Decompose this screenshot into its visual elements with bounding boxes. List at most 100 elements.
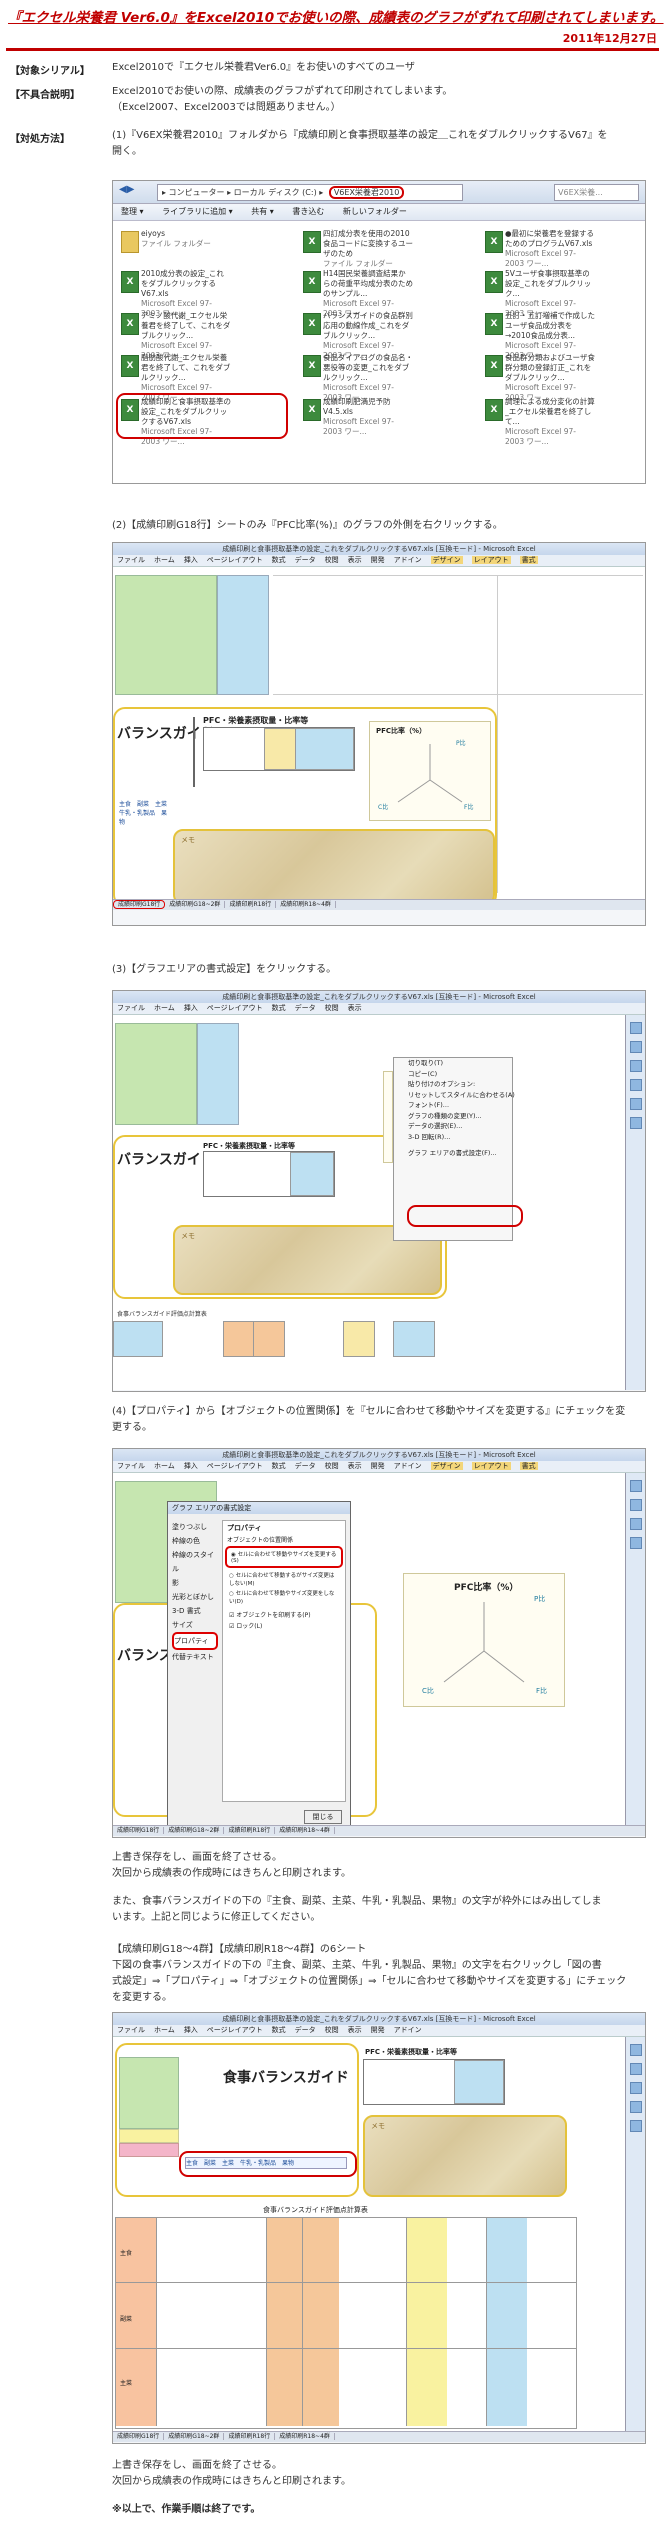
option-move-size[interactable]: ◉ セルに合わせて移動やサイズを変更する(S): [225, 1546, 343, 1568]
sheet-tab[interactable]: 成績印刷G18~2群: [164, 1827, 225, 1834]
file-item[interactable]: X 食品群分類およびユーザ食群分類の登録訂正_これをダブルクリック... Micro…: [485, 353, 595, 402]
file-item[interactable]: X ●最初に栄養君を登録するためのプログラムV67.xls Microsoft Ex…: [485, 229, 594, 268]
menu-formula[interactable]: 数式: [272, 2026, 286, 2034]
toolbar-library[interactable]: ライブラリに追加 ▾: [162, 207, 233, 216]
file-item[interactable]: X 五訂・五訂増補で作成したユーザ食品成分表を→2010食品成分表... Micro…: [485, 311, 595, 360]
menu-addin[interactable]: アドイン: [394, 2026, 422, 2034]
file-item[interactable]: X 調理による成分変化の計算_エクセル栄養君を終了して... Microsoft E…: [485, 397, 595, 446]
menu-insert[interactable]: 挿入: [184, 556, 198, 564]
nav-alt-text[interactable]: 代替テキスト: [172, 1650, 218, 1664]
nav-line-color[interactable]: 枠線の色: [172, 1534, 218, 1548]
print-checkbox[interactable]: ☑ オブジェクトを印刷する(P): [223, 1606, 345, 1620]
sheet-tab[interactable]: 成績印刷G18~2群: [164, 2433, 225, 2440]
toolbar-share[interactable]: 共有 ▾: [251, 207, 274, 216]
menu-layout[interactable]: ページレイアウト: [207, 556, 263, 564]
ctx-font[interactable]: フォント(F)...: [394, 1100, 512, 1111]
menu-data[interactable]: データ: [295, 2026, 316, 2034]
ctx-3d-rotate[interactable]: 3-D 回転(R)...: [394, 1132, 512, 1143]
ctx-cut[interactable]: 切り取り(T): [394, 1058, 512, 1069]
sheet-tab[interactable]: 成績印刷R18~4群: [276, 901, 336, 908]
menu-view[interactable]: 表示: [348, 556, 362, 564]
sheet-tab[interactable]: 成績印刷G18行: [113, 900, 166, 909]
search-input[interactable]: V6EX栄養...: [554, 184, 639, 201]
menu-file[interactable]: ファイル: [117, 1462, 145, 1470]
menu-formula[interactable]: 数式: [272, 556, 286, 564]
pfc-chart[interactable]: PFC比率（%） P比 F比 C比: [403, 1573, 565, 1707]
menu-view[interactable]: 表示: [348, 1462, 362, 1470]
nav-3d[interactable]: 3-D 書式: [172, 1604, 218, 1618]
menu-design[interactable]: デザイン: [430, 1462, 463, 1470]
menu-chart-layout[interactable]: レイアウト: [471, 1462, 511, 1470]
ctx-select-data[interactable]: データの選択(E)...: [394, 1121, 512, 1132]
ctx-reset-style[interactable]: リセットしてスタイルに合わせる(A): [394, 1090, 515, 1101]
ctx-format-chart-area[interactable]: グラフ エリアの書式設定(F)...: [394, 1148, 512, 1159]
menu-home[interactable]: ホーム: [154, 556, 175, 564]
menu-design[interactable]: デザイン: [430, 556, 463, 564]
menu-insert[interactable]: 挿入: [184, 2026, 198, 2034]
menu-dev[interactable]: 開発: [371, 1462, 385, 1470]
toolbar-organize[interactable]: 整理 ▾: [121, 207, 144, 216]
menu-chart-layout[interactable]: レイアウト: [471, 556, 511, 564]
menu-data[interactable]: データ: [295, 1004, 316, 1012]
pfc-chart-edge[interactable]: [383, 1071, 393, 1163]
menu-file[interactable]: ファイル: [117, 1004, 145, 1012]
nav-glow[interactable]: 光彩とぼかし: [172, 1590, 218, 1604]
option-no-move[interactable]: ○ セルに合わせて移動やサイズ変更をしない(D): [223, 1588, 345, 1606]
menu-home[interactable]: ホーム: [154, 1462, 175, 1470]
sheet-tab[interactable]: 成績印刷G18行: [113, 2433, 165, 2440]
menu-data[interactable]: データ: [295, 1462, 316, 1470]
menu-insert[interactable]: 挿入: [184, 1004, 198, 1012]
menu-addin[interactable]: アドイン: [394, 556, 422, 564]
back-icon[interactable]: ◀▶: [119, 184, 134, 195]
address-field[interactable]: ▸ コンピューター ▸ ローカル ディスク (C:) ▸ V6EX栄養君2010: [157, 184, 463, 201]
file-item[interactable]: X 成績印刷肥満児予防V4.5.xls Microsoft Excel 97-200…: [303, 397, 411, 436]
menu-insert[interactable]: 挿入: [184, 1462, 198, 1470]
sheet-tab[interactable]: 成績印刷R18行: [224, 2433, 276, 2440]
toolbar-new-folder[interactable]: 新しいフォルダー: [343, 207, 407, 216]
menu-file[interactable]: ファイル: [117, 2026, 145, 2034]
nav-fill[interactable]: 塗りつぶし: [172, 1520, 218, 1534]
nav-line-style[interactable]: 枠線のスタイル: [172, 1548, 218, 1576]
menu-addin[interactable]: アドイン: [394, 1462, 422, 1470]
sheet-tab[interactable]: 成績印刷R18~4群: [275, 2433, 335, 2440]
toolbar-burn[interactable]: 書き込む: [292, 207, 324, 216]
menu-layout[interactable]: ページレイアウト: [207, 2026, 263, 2034]
ctx-copy[interactable]: コピー(C): [394, 1069, 512, 1080]
file-item[interactable]: eiyoys ファイル フォルダー: [121, 229, 229, 263]
ctx-paste-options[interactable]: 貼り付けのオプション:: [394, 1079, 512, 1090]
nav-properties[interactable]: プロパティ: [172, 1632, 218, 1650]
ctx-change-chart-type[interactable]: グラフの種類の変更(Y)...: [394, 1111, 512, 1122]
menu-format[interactable]: 書式: [519, 556, 538, 564]
file-item[interactable]: X アミノ酸代謝_エクセル栄養君を終了して、これをダブルクリック... Micros…: [121, 311, 230, 360]
option-move-only[interactable]: ○ セルに合わせて移動するがサイズ変更はしない(M): [223, 1570, 345, 1588]
file-item[interactable]: X 四訂成分表を使用の2010食品コードに変換するユーザのため ファイル フォルダー: [303, 229, 413, 268]
pfc-chart[interactable]: PFC比率（%） P比 F比 C比: [369, 721, 491, 821]
menu-layout[interactable]: ページレイアウト: [207, 1004, 263, 1012]
lock-checkbox[interactable]: ☑ ロック(L): [223, 1620, 345, 1631]
menu-review[interactable]: 校閲: [325, 1462, 339, 1470]
file-item[interactable]: X 脂肪酸代謝_エクセル栄養君を終了して、これをダブルクリック... Microso…: [121, 353, 230, 402]
sheet-tab[interactable]: 成績印刷R18行: [224, 1827, 276, 1834]
nav-size[interactable]: サイズ: [172, 1618, 218, 1632]
menu-review[interactable]: 校閲: [325, 2026, 339, 2034]
menu-formula[interactable]: 数式: [272, 1462, 286, 1470]
file-item[interactable]: X 2010成分表の設定_これをダブルクリックするV67.xls Microsoft…: [121, 269, 229, 318]
file-item[interactable]: X H14国民栄養調査結果からの荷重平均成分表のためのサンプル... Microso…: [303, 269, 413, 318]
menu-view[interactable]: 表示: [348, 1004, 362, 1012]
menu-format[interactable]: 書式: [519, 1462, 538, 1470]
folder-crumb[interactable]: V6EX栄養君2010: [328, 186, 405, 199]
file-item[interactable]: X バランスガイドの食品群別応用の動線作成_これをダブルクリック... Micros…: [303, 311, 413, 360]
menu-formula[interactable]: 数式: [272, 1004, 286, 1012]
menu-view[interactable]: 表示: [348, 2026, 362, 2034]
menu-review[interactable]: 校閲: [325, 556, 339, 564]
menu-home[interactable]: ホーム: [154, 2026, 175, 2034]
file-item[interactable]: X 5Vユーザ食事摂取基準の設定_これをダブルクリック... Microsoft E…: [485, 269, 593, 318]
menu-dev[interactable]: 開発: [371, 2026, 385, 2034]
menu-data[interactable]: データ: [295, 556, 316, 564]
menu-dev[interactable]: 開発: [371, 556, 385, 564]
menu-layout[interactable]: ページレイアウト: [207, 1462, 263, 1470]
sheet-tab[interactable]: 成績印刷G18~2群: [165, 901, 226, 908]
file-item[interactable]: X 食品ダイアログの食品名・悪役等の変更_これをダブルクリック... Microso…: [303, 353, 413, 402]
sheet-tab[interactable]: 成績印刷R18~4群: [275, 1827, 335, 1834]
menu-file[interactable]: ファイル: [117, 556, 145, 564]
